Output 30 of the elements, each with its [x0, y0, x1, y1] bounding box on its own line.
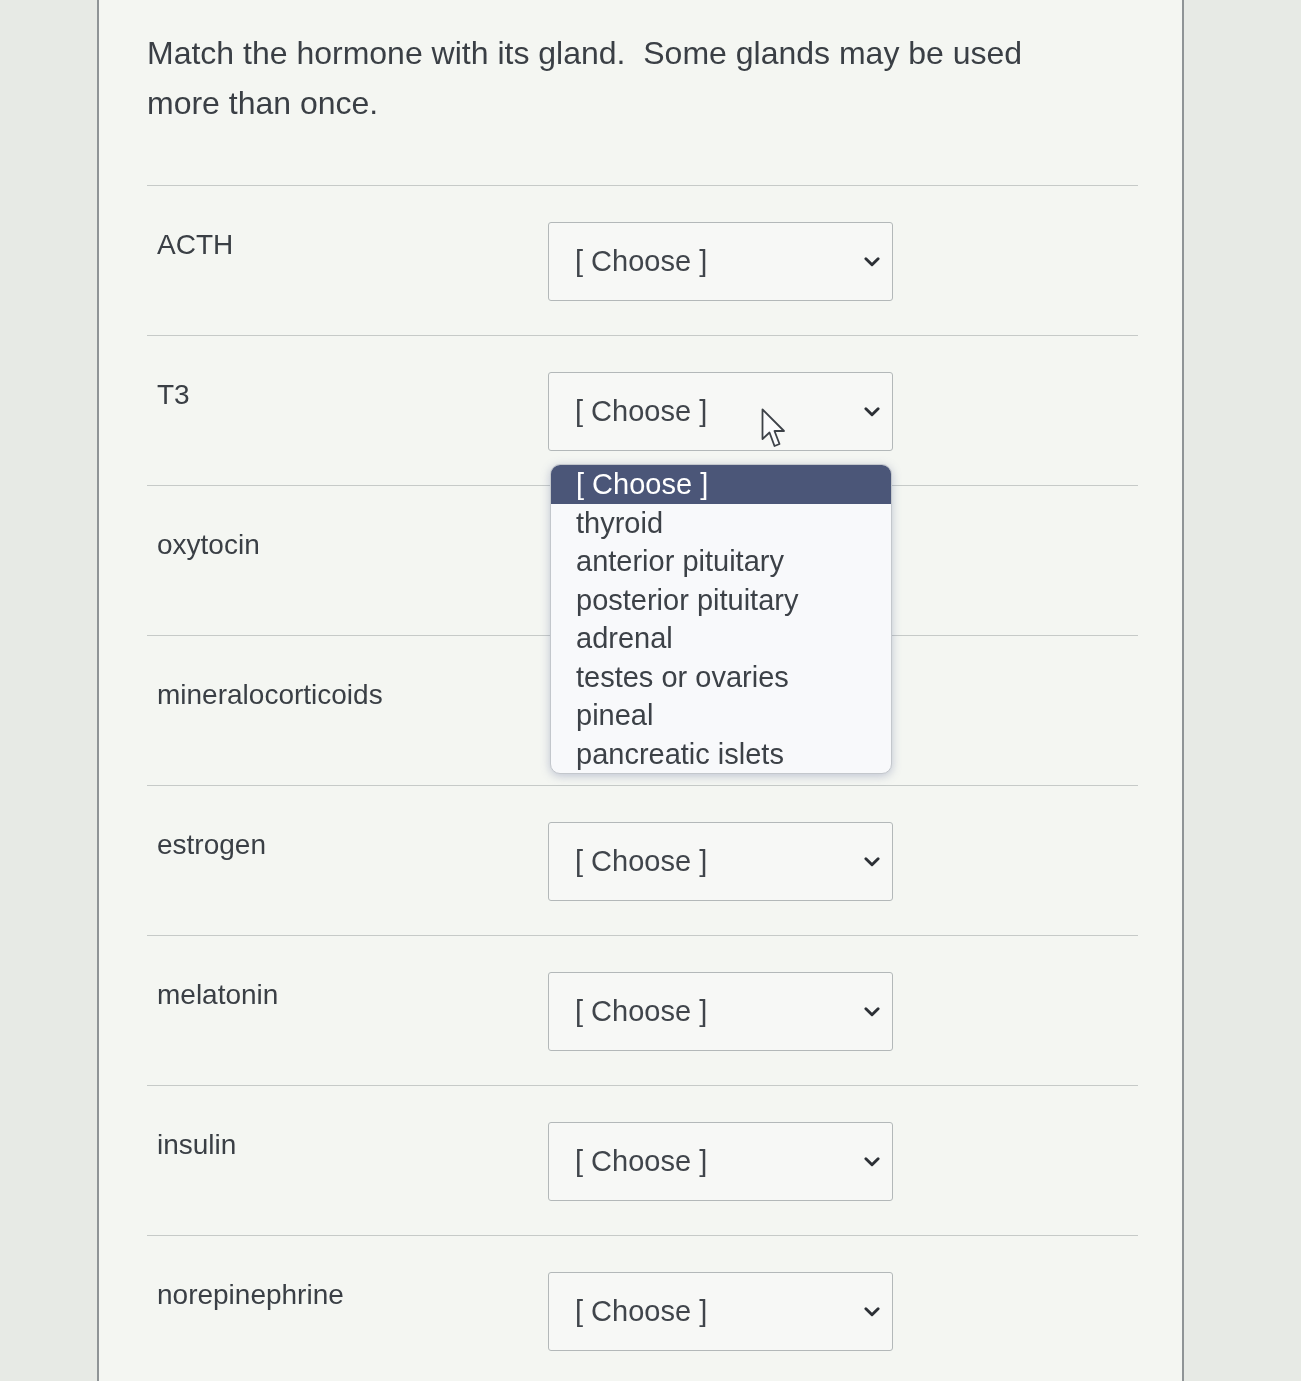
dropdown-option[interactable]: [ Choose ]: [551, 465, 891, 504]
hormone-label: insulin: [157, 1129, 237, 1160]
hormone-label: T3: [157, 379, 190, 410]
mouse-pointer-icon: [761, 408, 787, 448]
gland-dropdown[interactable]: [ Choose ]: [548, 372, 893, 451]
dropdown-option[interactable]: testes or ovaries: [551, 657, 891, 696]
chevron-down-icon: [864, 1006, 880, 1017]
hormone-label: ACTH: [157, 229, 234, 260]
hormone-label: melatonin: [157, 979, 279, 1010]
chevron-down-icon: [864, 856, 880, 867]
chevron-down-icon: [864, 406, 880, 417]
dropdown-option[interactable]: adrenal: [551, 619, 891, 658]
chevron-down-icon: [864, 1156, 880, 1167]
dropdown-option[interactable]: thyroid: [551, 503, 891, 542]
hormone-label: norepinephrine: [157, 1279, 344, 1310]
chevron-down-icon: [864, 256, 880, 267]
gland-dropdown[interactable]: [ Choose ]: [548, 222, 893, 301]
dropdown-option[interactable]: posterior pituitary: [551, 580, 891, 619]
hormone-label: mineralocorticoids: [157, 679, 383, 710]
dropdown-option[interactable]: anterior pituitary: [551, 542, 891, 581]
question-text: Match the hormone with its gland. Some glands may be used more than once.: [147, 34, 1024, 123]
hormone-label: oxytocin: [157, 529, 260, 560]
gland-dropdown[interactable]: [ Choose ]: [548, 1272, 893, 1351]
gland-dropdown[interactable]: [ Choose ]: [548, 1122, 893, 1201]
gland-dropdown[interactable]: [ Choose ]: [548, 972, 893, 1051]
dropdown-option[interactable]: pineal: [551, 696, 891, 735]
chevron-down-icon: [864, 1306, 880, 1317]
gland-dropdown[interactable]: [ Choose ]: [548, 822, 893, 901]
hormone-label: estrogen: [157, 829, 266, 860]
dropdown-option[interactable]: pancreatic islets: [551, 734, 891, 773]
